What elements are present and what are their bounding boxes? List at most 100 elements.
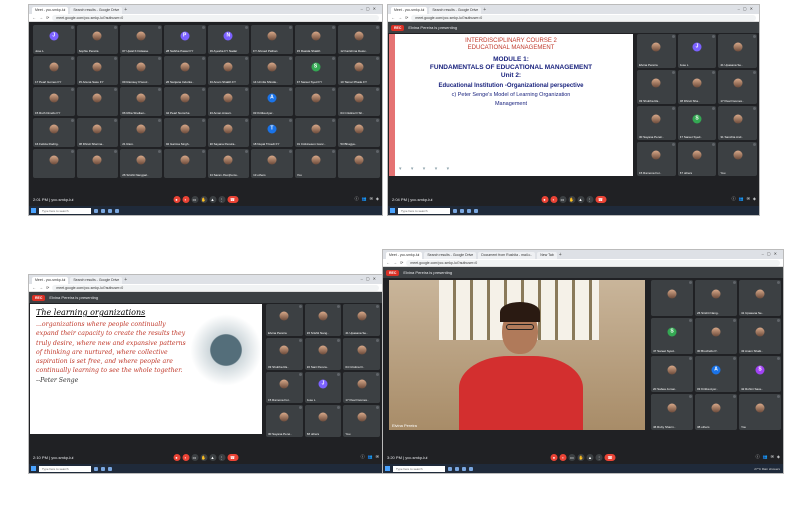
chat-icon[interactable]: ✉ [376,454,379,460]
participant-tile[interactable]: S 47 Sareet Syed FY [294,56,337,85]
people-icon[interactable]: 👥 [763,454,768,460]
participant-tile[interactable]: 41 Upasana Se.. [718,34,757,68]
participant-tile[interactable]: J Jose L [677,34,717,68]
participant-tile[interactable]: 30 Sayana Pereira.. [207,118,250,147]
captions-icon[interactable]: ▭ [191,453,198,461]
taskbar-search-box[interactable]: Type here to search [39,465,91,472]
address-bar[interactable]: meet.google.com/ycc-smkp-lui?authuser=0 [52,284,379,291]
present-icon[interactable]: ▲ [209,195,216,203]
participant-tile[interactable]: 20 Sani Perera.. [304,337,342,370]
participant-tile[interactable]: You [294,149,337,178]
captions-icon[interactable]: ▭ [191,195,198,203]
participant-tile[interactable]: You [343,405,380,437]
browser-tab[interactable]: Search results - Google Drive [424,252,477,259]
participant-tile[interactable]: 17 Pearl Gomes.. [718,70,757,104]
new-tab-icon[interactable]: + [124,7,127,14]
participant-tile[interactable]: 26 Srishti Nang.. [695,280,737,316]
chat-icon[interactable]: ✉ [370,196,373,202]
people-icon[interactable]: 👥 [739,196,744,202]
participant-tile[interactable]: 03 Shubha Ra.. [266,337,303,370]
back-icon[interactable]: ← [386,260,390,265]
info-icon[interactable]: ⓘ [355,196,359,202]
browser-tab[interactable]: Meet - ycc-smkp-lui [32,7,69,14]
participant-tile[interactable]: 14 Urmila Shinde.. [251,56,293,85]
file-explorer-icon[interactable] [462,466,466,471]
new-tab-icon[interactable]: + [124,277,127,284]
raise-hand-icon[interactable]: ✋ [577,453,585,461]
reload-icon[interactable]: ⟳ [46,285,49,290]
participant-tile[interactable]: 26 Srishti Nangpal.. [120,149,162,178]
participant-tile[interactable]: 30 Bruchello P.. [695,318,737,354]
info-icon[interactable]: ⓘ [732,196,736,202]
chrome-icon[interactable] [469,466,473,471]
participant-tile[interactable]: T 18 Nupal Trivedi FY [251,118,293,147]
participant-tile[interactable]: 53 Bhagya.. [338,118,380,147]
taskbar-search-box[interactable]: Type here to search [39,207,91,214]
participant-tile[interactable]: 09 Ramsey D'souz.. [120,56,162,85]
activities-icon[interactable]: ◈ [753,196,756,202]
file-explorer-icon[interactable] [467,208,471,213]
task-view-icon[interactable] [94,208,98,213]
forward-icon[interactable]: → [39,15,43,20]
end-call-button[interactable]: ☎ [227,453,238,461]
task-view-icon[interactable] [453,208,457,213]
participant-tile[interactable]: 30 Sayana Perei.. [266,405,303,437]
participant-tile[interactable]: Elvina Pereira [266,304,303,336]
task-view-icon[interactable] [94,466,98,471]
address-bar[interactable]: meet.google.com/ycc-smkp-lui?authuser=0 [52,14,379,21]
browser-tab[interactable]: Search results - Google Drive [70,277,123,284]
participant-tile[interactable]: 15 Rasida Shaikh [294,25,337,54]
browser-tab[interactable]: Meet - ycc-smkp-lui [386,252,423,259]
participant-tile[interactable]: 07 Ujwal K Dolasse [120,25,162,54]
people-icon[interactable]: 👥 [368,454,373,460]
participant-tile[interactable]: A 03 Kritika Ayer.. [695,356,737,392]
info-icon[interactable]: ⓘ [361,454,365,460]
participant-tile[interactable]: 03 Shubha Ra.. [637,70,676,104]
info-icon[interactable]: ⓘ [756,454,760,460]
back-icon[interactable]: ← [391,15,395,20]
captions-icon[interactable]: ▭ [559,195,566,203]
forward-icon[interactable]: → [393,260,397,265]
participant-tile[interactable]: 43 Anam Shaik.. [739,318,781,354]
raise-hand-icon[interactable]: ✋ [568,195,575,203]
participant-tile[interactable]: 16 Felicia Rodrig.. [33,118,75,147]
reload-icon[interactable]: ⟳ [46,15,49,20]
windows-start-icon[interactable] [31,466,36,471]
participant-tile[interactable] [33,149,75,178]
participant-tile[interactable]: 41 Upasana Se.. [343,304,380,336]
participant-tile[interactable]: 57 others [677,142,717,176]
new-tab-icon[interactable]: + [483,7,486,14]
window-controls[interactable]: –▢✕ [738,6,756,11]
window-controls[interactable]: –▢✕ [762,251,780,256]
participant-tile[interactable]: N 29 Ayesha FY Nadar [207,25,250,54]
chrome-icon[interactable] [108,466,112,471]
participant-tile[interactable]: 17 Pearl Gomes FY [33,56,75,85]
activities-icon[interactable]: ◈ [777,454,780,460]
chrome-icon[interactable] [474,208,478,213]
participant-tile[interactable] [338,149,380,178]
participant-tile[interactable]: FY Ahmed Pathan [251,25,293,54]
participant-tile[interactable] [294,87,337,116]
back-icon[interactable]: ← [32,15,36,20]
mic-off-icon[interactable]: ● [550,453,558,461]
participant-tile[interactable] [76,87,119,116]
browser-tab[interactable]: Search results - Google Drive [429,7,482,14]
participant-tile[interactable]: 24 Saran Jhunjhunw.. [207,149,250,178]
mic-off-icon[interactable]: ● [173,195,180,203]
participant-tile[interactable]: 15 Ariena Saxe FY [76,56,119,85]
task-view-icon[interactable] [448,466,452,471]
participant-tile[interactable]: 02 Garima Singh.. [163,118,206,147]
people-icon[interactable]: 👥 [362,196,367,202]
participant-tile[interactable]: 38 others [695,394,737,430]
participant-tile[interactable]: J Jose L [304,371,342,404]
participant-tile[interactable]: 31 Sanchia And.. [718,106,757,140]
taskbar-search-box[interactable]: Type here to search [398,207,450,214]
participant-tile[interactable]: 26 Srishti Nang.. [304,304,342,336]
windows-start-icon[interactable] [385,466,390,471]
participant-tile[interactable]: 58 others [304,405,342,437]
raise-hand-icon[interactable]: ✋ [200,453,207,461]
browser-tab[interactable]: Document from Rushita - mail.c.. [478,252,536,259]
participant-tile[interactable]: 33 Aman Ansari.. [207,87,250,116]
taskbar-search-box[interactable]: Type here to search [393,465,445,472]
participant-tile[interactable]: Elvina Pereira [637,34,676,68]
